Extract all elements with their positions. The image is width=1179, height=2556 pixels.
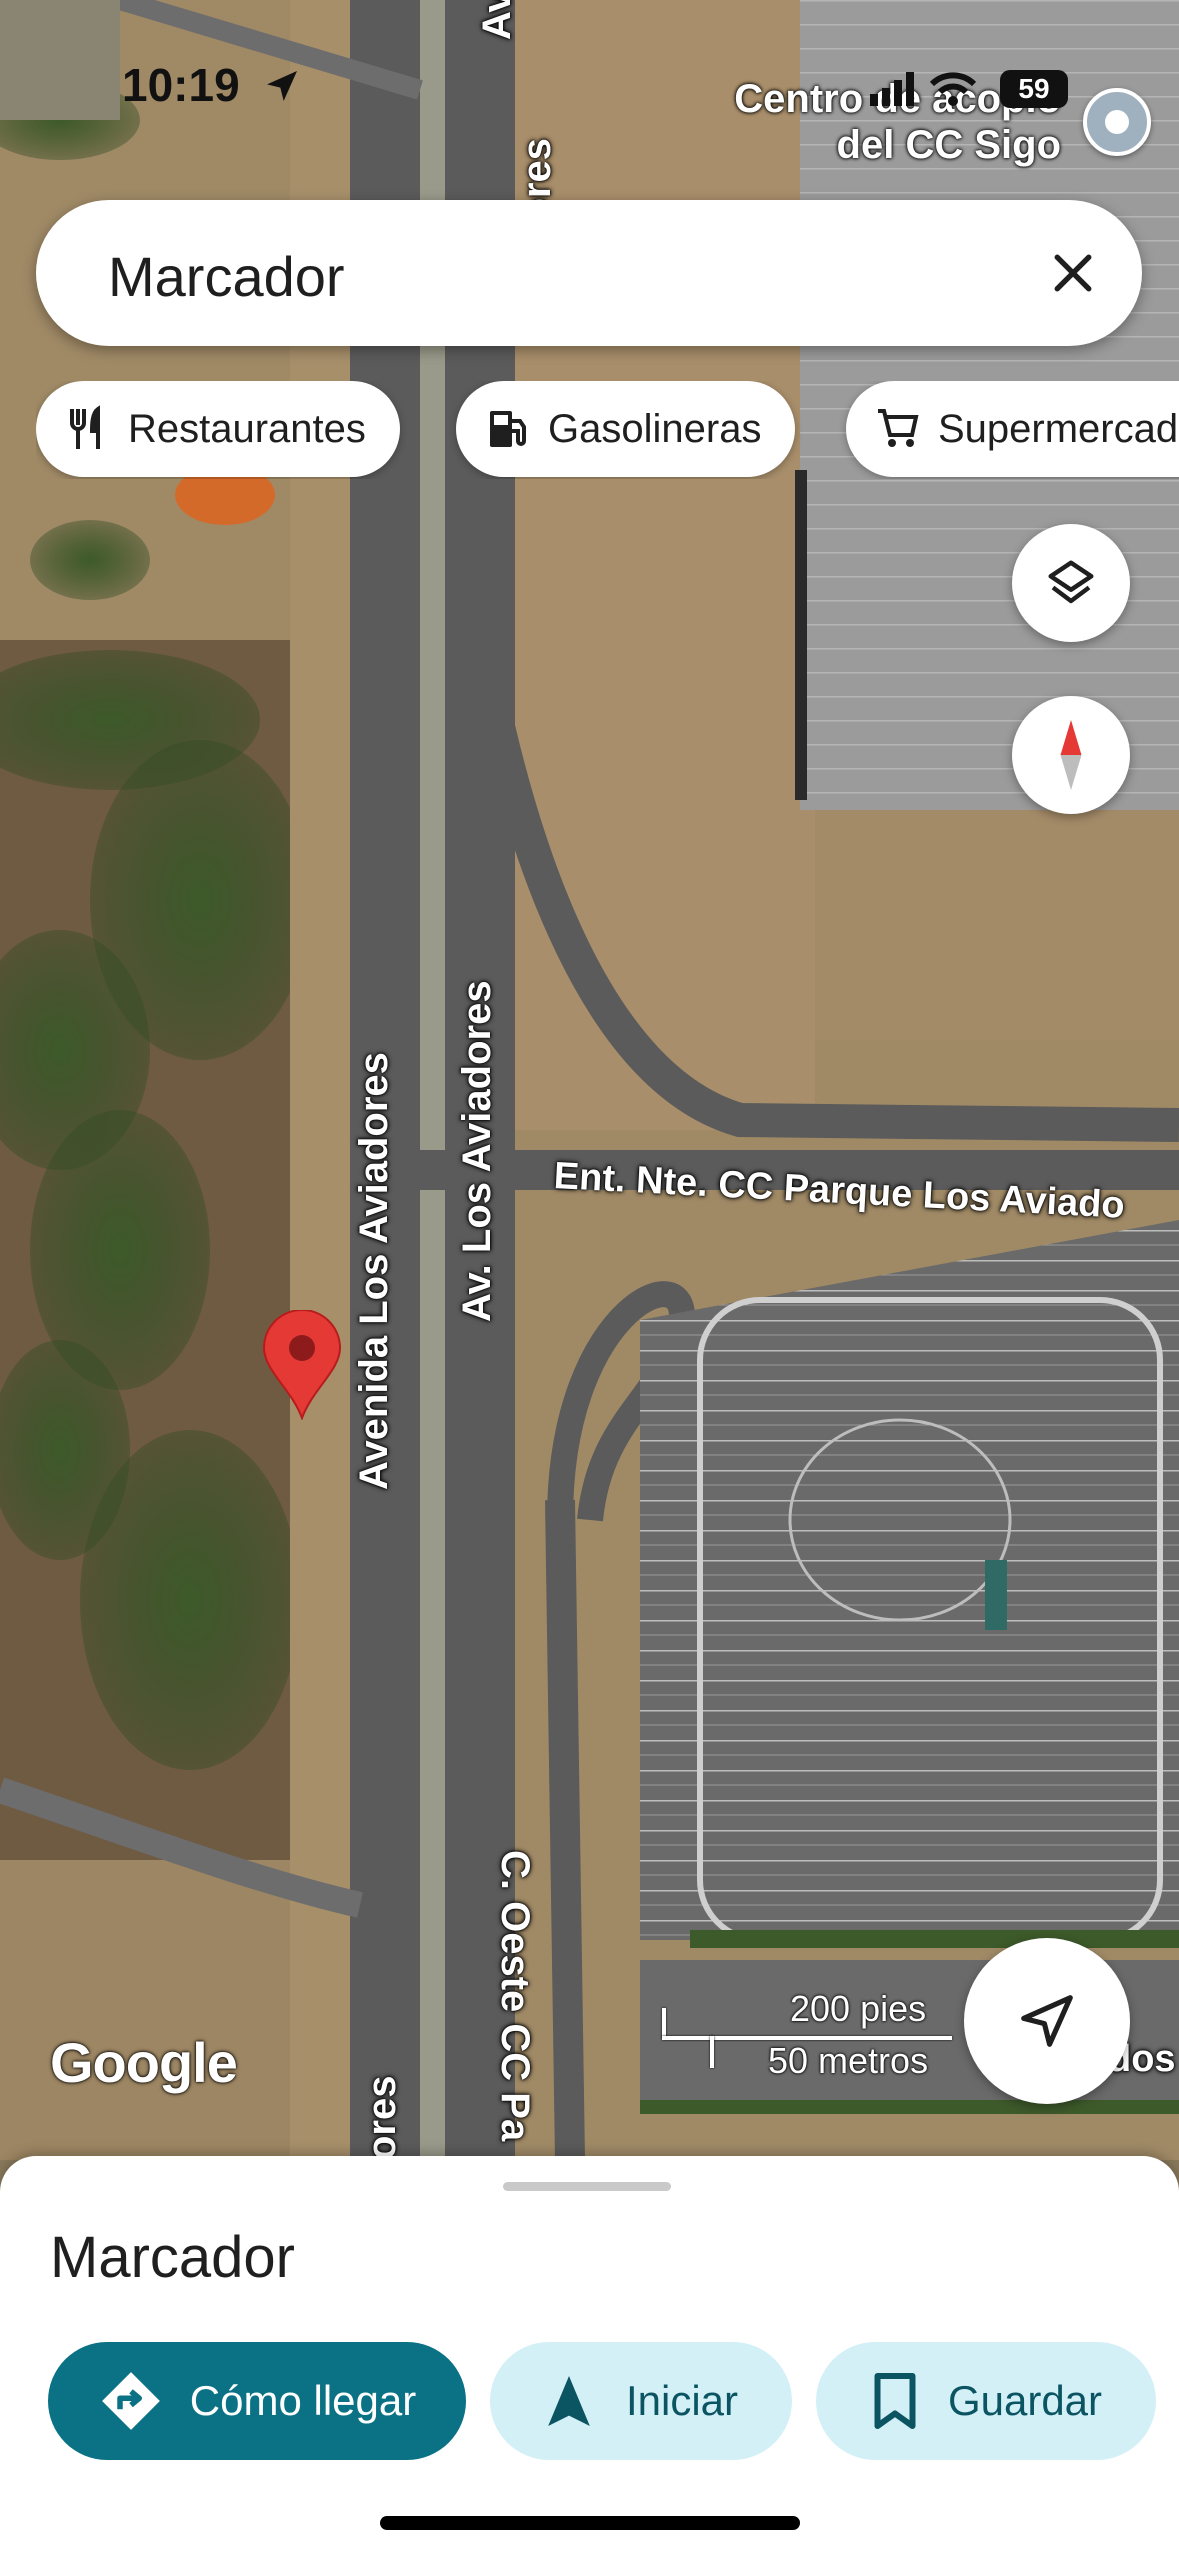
road-label-avenida-los-aviadores: Avenida Los Aviadores xyxy=(352,1052,396,1490)
status-time: 10:19 xyxy=(122,59,240,111)
location-services-icon xyxy=(267,71,297,101)
gas-station-icon xyxy=(490,411,526,447)
chip-supermarkets[interactable]: Supermercados xyxy=(846,381,1179,477)
start-label: Iniciar xyxy=(625,2377,739,2424)
search-bar[interactable]: Marcador xyxy=(36,200,1142,346)
save-label: Guardar xyxy=(947,2377,1103,2424)
road-label-bottom-ores: ores xyxy=(360,2075,404,2161)
home-indicator[interactable] xyxy=(380,2516,800,2530)
close-icon[interactable] xyxy=(1046,246,1100,300)
chip-label: Supermercados xyxy=(938,406,1179,451)
compass-button[interactable] xyxy=(1012,696,1130,814)
category-chips: Restaurantes Gasolineras Supermercados xyxy=(36,381,1179,479)
chip-gas-stations[interactable]: Gasolineras xyxy=(456,381,796,477)
chip-label: Gasolineras xyxy=(548,406,762,451)
navigation-arrow-icon xyxy=(1021,1995,1073,2047)
sheet-drag-handle[interactable] xyxy=(503,2182,671,2191)
road-label-av-los-aviadores: Av. Los Aviadores xyxy=(455,980,499,1322)
cart-icon xyxy=(878,409,919,447)
map-scale: 200 pies 50 metros xyxy=(660,1988,960,2090)
scale-imperial: 200 pies xyxy=(790,1988,927,2029)
directions-button[interactable]: Cómo llegar xyxy=(48,2342,466,2460)
place-sheet[interactable]: Marcador Cómo llegar Iniciar Guardar xyxy=(0,2156,1179,2556)
start-button[interactable]: Iniciar xyxy=(490,2342,792,2460)
compass-icon xyxy=(1060,720,1082,790)
fork-knife-icon xyxy=(70,405,100,449)
layers-button[interactable] xyxy=(1012,524,1130,642)
bookmark-icon xyxy=(874,2373,916,2429)
place-title: Marcador xyxy=(50,2225,295,2290)
status-bar: 10:19 59 xyxy=(0,0,1179,170)
battery-indicator: 59 xyxy=(1000,70,1068,108)
road-label-c-oeste: C. Oeste CC Pa xyxy=(493,1850,537,2142)
save-button[interactable]: Guardar xyxy=(816,2342,1156,2460)
directions-label: Cómo llegar xyxy=(189,2377,417,2424)
wifi-icon xyxy=(870,72,977,106)
google-attribution: Google xyxy=(50,2031,238,2094)
chip-restaurants[interactable]: Restaurantes xyxy=(36,381,400,477)
layers-icon xyxy=(1048,560,1094,604)
navigation-icon xyxy=(548,2376,590,2426)
chip-label: Restaurantes xyxy=(128,406,366,451)
my-location-button[interactable] xyxy=(964,1938,1130,2104)
search-input[interactable]: Marcador xyxy=(108,244,345,309)
directions-icon xyxy=(101,2372,160,2430)
scale-metric: 50 metros xyxy=(768,2040,929,2081)
